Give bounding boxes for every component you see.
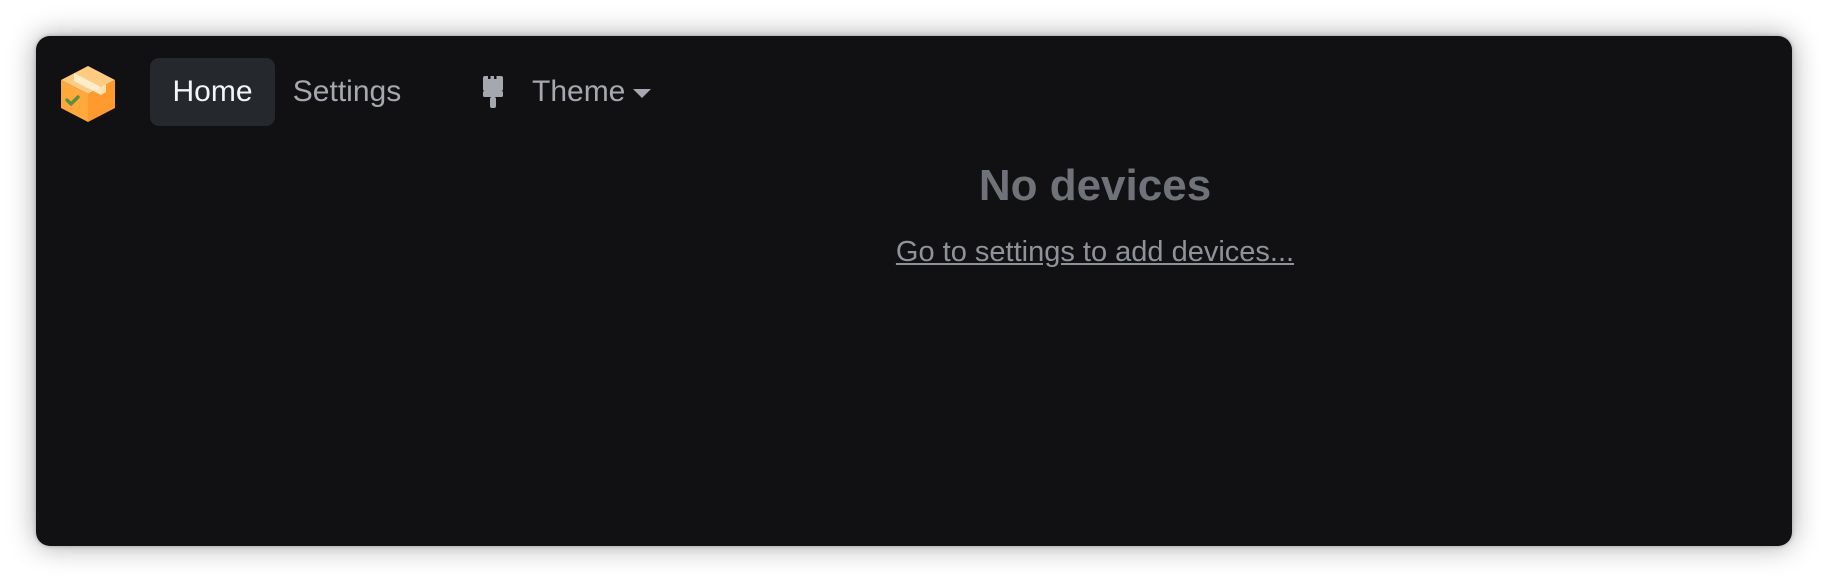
- empty-state: No devices Go to settings to add devices…: [36, 154, 1792, 269]
- nav-settings-label: Settings: [292, 75, 402, 108]
- nav-settings[interactable]: Settings: [284, 58, 410, 126]
- nav-home-label: Home: [172, 75, 253, 108]
- caret-down-icon: [633, 88, 652, 98]
- nav-home[interactable]: Home: [150, 58, 275, 126]
- theme-label: Theme: [532, 75, 626, 108]
- add-devices-link[interactable]: Go to settings to add devices...: [896, 236, 1294, 269]
- package-box-icon[interactable]: [56, 62, 120, 126]
- navbar: Home Settings Theme: [36, 36, 1792, 148]
- theme-dropdown[interactable]: Theme: [480, 58, 652, 126]
- paint-brush-icon: [480, 74, 506, 110]
- app-window: Home Settings Theme No devices Go to set…: [36, 36, 1792, 546]
- empty-state-title: No devices: [978, 161, 1212, 210]
